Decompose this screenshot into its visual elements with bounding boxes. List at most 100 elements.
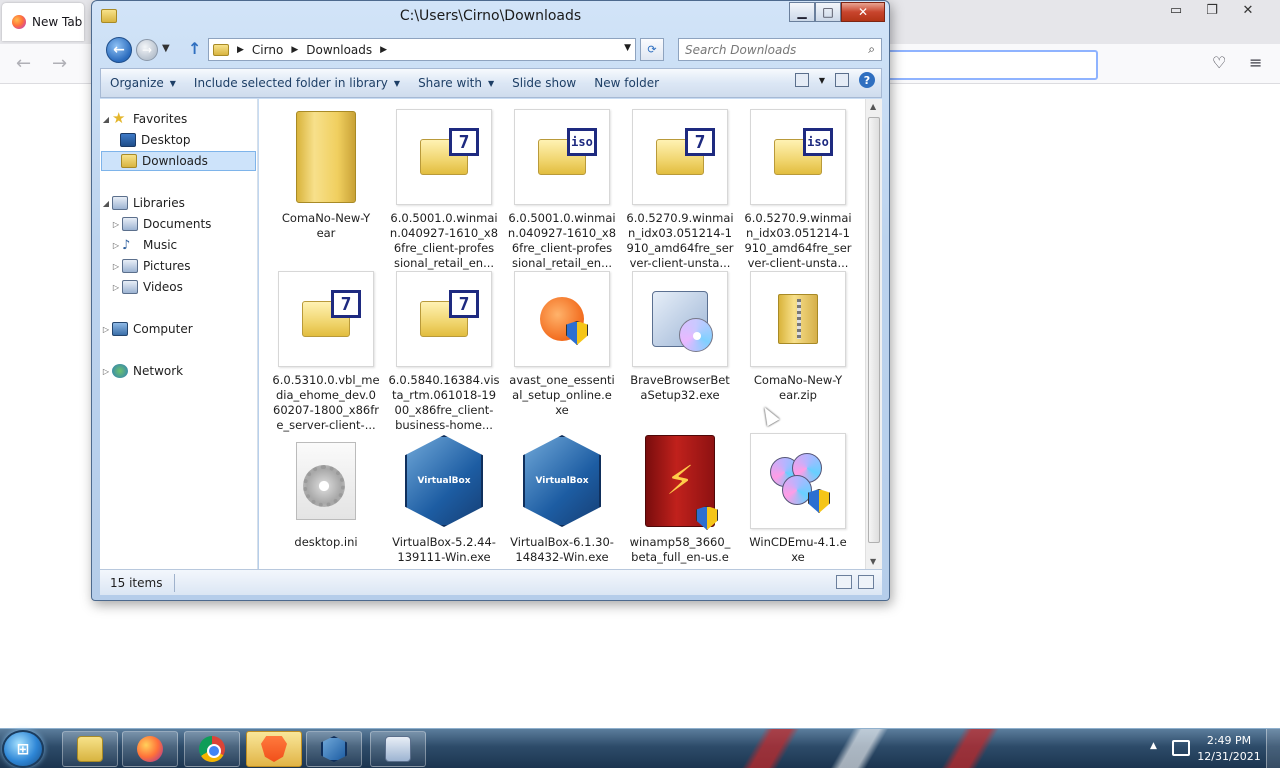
change-view-icon[interactable] [794, 73, 809, 87]
resource-monitor-icon [385, 736, 411, 762]
firefox-url-bar[interactable] [886, 50, 1098, 80]
file-name-label: ComaNo-New-Y ear [281, 211, 371, 240]
collapsed-triangle-icon[interactable]: ▷ [100, 367, 112, 376]
start-button[interactable]: ⊞ [2, 730, 44, 768]
file-item[interactable]: 7 6.0.5001.0.winmai n.040927-1610_x8 6fre… [387, 109, 501, 271]
nav-libraries[interactable]: ◢ Libraries [100, 193, 185, 213]
file-name-label: 6.0.5270.9.winmai n_idx03.051214-1 910_a… [626, 211, 734, 270]
recent-pages-dropdown[interactable]: ▼ [162, 43, 170, 54]
search-box[interactable]: ⌕ [678, 38, 882, 61]
file-item[interactable]: 7 6.0.5310.0.vbl_me dia_ehome_dev.0 60207… [269, 271, 383, 433]
nav-desktop[interactable]: Desktop [120, 130, 191, 150]
firefox-close-button[interactable]: ✕ [1230, 0, 1266, 20]
taskbar-button-brave[interactable] [246, 731, 302, 767]
scroll-up-arrow-icon[interactable]: ▲ [870, 102, 876, 111]
taskbar-button-chrome[interactable] [184, 731, 240, 767]
file-item[interactable]: VirtualBox VirtualBox-5.2.44- 139111-Win.… [387, 433, 501, 565]
close-button[interactable]: ✕ [841, 2, 885, 22]
collapsed-triangle-icon[interactable]: ▷ [110, 220, 122, 229]
nav-music[interactable]: ▷ ♪ Music [110, 235, 177, 255]
file-item[interactable]: ⚡winamp58_3660_ beta_full_en-us.e xe [623, 433, 737, 580]
status-bar: 15 items [100, 569, 882, 595]
breadcrumb-downloads[interactable]: Downloads [306, 43, 372, 57]
videos-icon [122, 280, 138, 294]
network-status-icon[interactable] [1172, 740, 1190, 756]
help-icon[interactable]: ? [859, 72, 875, 88]
expanded-triangle-icon[interactable]: ◢ [100, 115, 112, 124]
nav-pictures-label: Pictures [143, 259, 191, 273]
item-count: 15 items [110, 575, 163, 590]
folder-icon [278, 109, 374, 205]
minimize-button[interactable]: ▁ [789, 2, 815, 22]
taskbar-button-vbox[interactable] [306, 731, 362, 767]
file-item[interactable]: iso 6.0.5001.0.winmai n.040927-1610_x8 6f… [505, 109, 619, 271]
file-item[interactable]: VirtualBox VirtualBox-6.1.30- 148432-Win.… [505, 433, 619, 565]
firefox-restore-button[interactable]: ❐ [1194, 0, 1230, 20]
back-button[interactable]: ← [106, 37, 132, 63]
large-icons-view-icon[interactable] [858, 575, 874, 589]
file-item[interactable]: desktop.ini [269, 433, 383, 550]
nav-libraries-label: Libraries [133, 196, 185, 210]
share-with-menu[interactable]: Share with ▼ [409, 70, 503, 96]
firefox-back-button[interactable]: ← [16, 53, 31, 74]
firefox-forward-button[interactable]: → [52, 53, 67, 74]
new-folder-button[interactable]: New folder [585, 70, 668, 96]
file-item[interactable]: WinCDEmu-4.1.e xe [741, 433, 855, 565]
clock-time: 2:49 PM [1206, 734, 1252, 747]
organize-menu[interactable]: Organize ▼ [101, 70, 185, 96]
forward-button[interactable]: → [136, 39, 158, 61]
file-item[interactable]: ComaNo-New-Y ear.zip [741, 271, 855, 403]
collapsed-triangle-icon[interactable]: ▷ [110, 262, 122, 271]
expanded-triangle-icon[interactable]: ◢ [100, 199, 112, 208]
file-item[interactable]: 7 6.0.5840.16384.vis ta_rtm.061018-19 00_… [387, 271, 501, 433]
include-in-library-menu[interactable]: Include selected folder in library ▼ [185, 70, 409, 96]
collapsed-triangle-icon[interactable]: ▷ [110, 241, 122, 250]
hamburger-menu-icon[interactable]: ≡ [1249, 53, 1262, 72]
scroll-down-arrow-icon[interactable]: ▼ [870, 557, 876, 566]
nav-documents[interactable]: ▷ Documents [110, 214, 211, 234]
collapsed-triangle-icon[interactable]: ▷ [110, 283, 122, 292]
search-icon[interactable]: ⌕ [868, 42, 875, 57]
address-dropdown-icon[interactable]: ▼ [624, 43, 631, 53]
maximize-button[interactable]: □ [815, 2, 841, 22]
address-row: ← → ▼ ↑ ▶ Cirno ▶ Downloads ▶ ▼ ⟳ ⌕ [102, 37, 882, 63]
search-input[interactable] [685, 42, 855, 57]
breadcrumb-separator[interactable]: ▶ [380, 45, 387, 55]
show-hidden-icons-icon[interactable]: ▲ [1150, 741, 1157, 751]
firefox-minimize-button[interactable]: ▭ [1158, 0, 1194, 20]
iso-archive-icon: iso [514, 109, 610, 205]
collapsed-triangle-icon[interactable]: ▷ [100, 325, 112, 334]
details-view-icon[interactable] [836, 575, 852, 589]
7z-archive-icon: 7 [396, 271, 492, 367]
nav-favorites[interactable]: ◢ ★ Favorites [100, 109, 187, 129]
taskbar-button-firefox[interactable] [122, 731, 178, 767]
nav-downloads[interactable]: Downloads [101, 151, 256, 171]
nav-pictures[interactable]: ▷ Pictures [110, 256, 191, 276]
file-item[interactable]: ComaNo-New-Y ear [269, 109, 383, 241]
taskbar-clock[interactable]: 2:49 PM 12/31/2021 [1196, 733, 1262, 765]
slide-show-button[interactable]: Slide show [503, 70, 585, 96]
scrollbar-thumb[interactable] [868, 117, 880, 543]
pocket-icon[interactable]: ♡ [1212, 53, 1226, 72]
nav-videos[interactable]: ▷ Videos [110, 277, 183, 297]
brave-beta-icon [261, 736, 287, 762]
up-button[interactable]: ↑ [188, 39, 201, 58]
breadcrumb-separator[interactable]: ▶ [291, 45, 298, 55]
breadcrumb-separator[interactable]: ▶ [237, 45, 244, 55]
file-item[interactable]: iso 6.0.5270.9.winmai n_idx03.051214-1 91… [741, 109, 855, 271]
show-desktop-button[interactable] [1266, 729, 1280, 768]
vertical-scrollbar[interactable]: ▲ ▼ [865, 99, 882, 569]
firefox-tab-new-tab[interactable]: New Tab [2, 3, 84, 41]
taskbar-button-folder[interactable] [62, 731, 118, 767]
file-item[interactable]: avast_one_essenti al_setup_online.e xe [505, 271, 619, 418]
refresh-button[interactable]: ⟳ [640, 38, 664, 61]
chevron-down-icon[interactable]: ▼ [819, 76, 825, 85]
nav-computer[interactable]: ▷ Computer [100, 319, 193, 339]
nav-network[interactable]: ▷ Network [100, 361, 183, 381]
taskbar-button-monitor[interactable] [370, 731, 426, 767]
address-bar[interactable]: ▶ Cirno ▶ Downloads ▶ ▼ [208, 38, 636, 61]
file-item[interactable]: 7 6.0.5270.9.winmai n_idx03.051214-1 910_… [623, 109, 737, 271]
file-item[interactable]: BraveBrowserBet aSetup32.exe [623, 271, 737, 403]
breadcrumb-cirno[interactable]: Cirno [252, 43, 283, 57]
preview-pane-icon[interactable] [835, 73, 849, 87]
